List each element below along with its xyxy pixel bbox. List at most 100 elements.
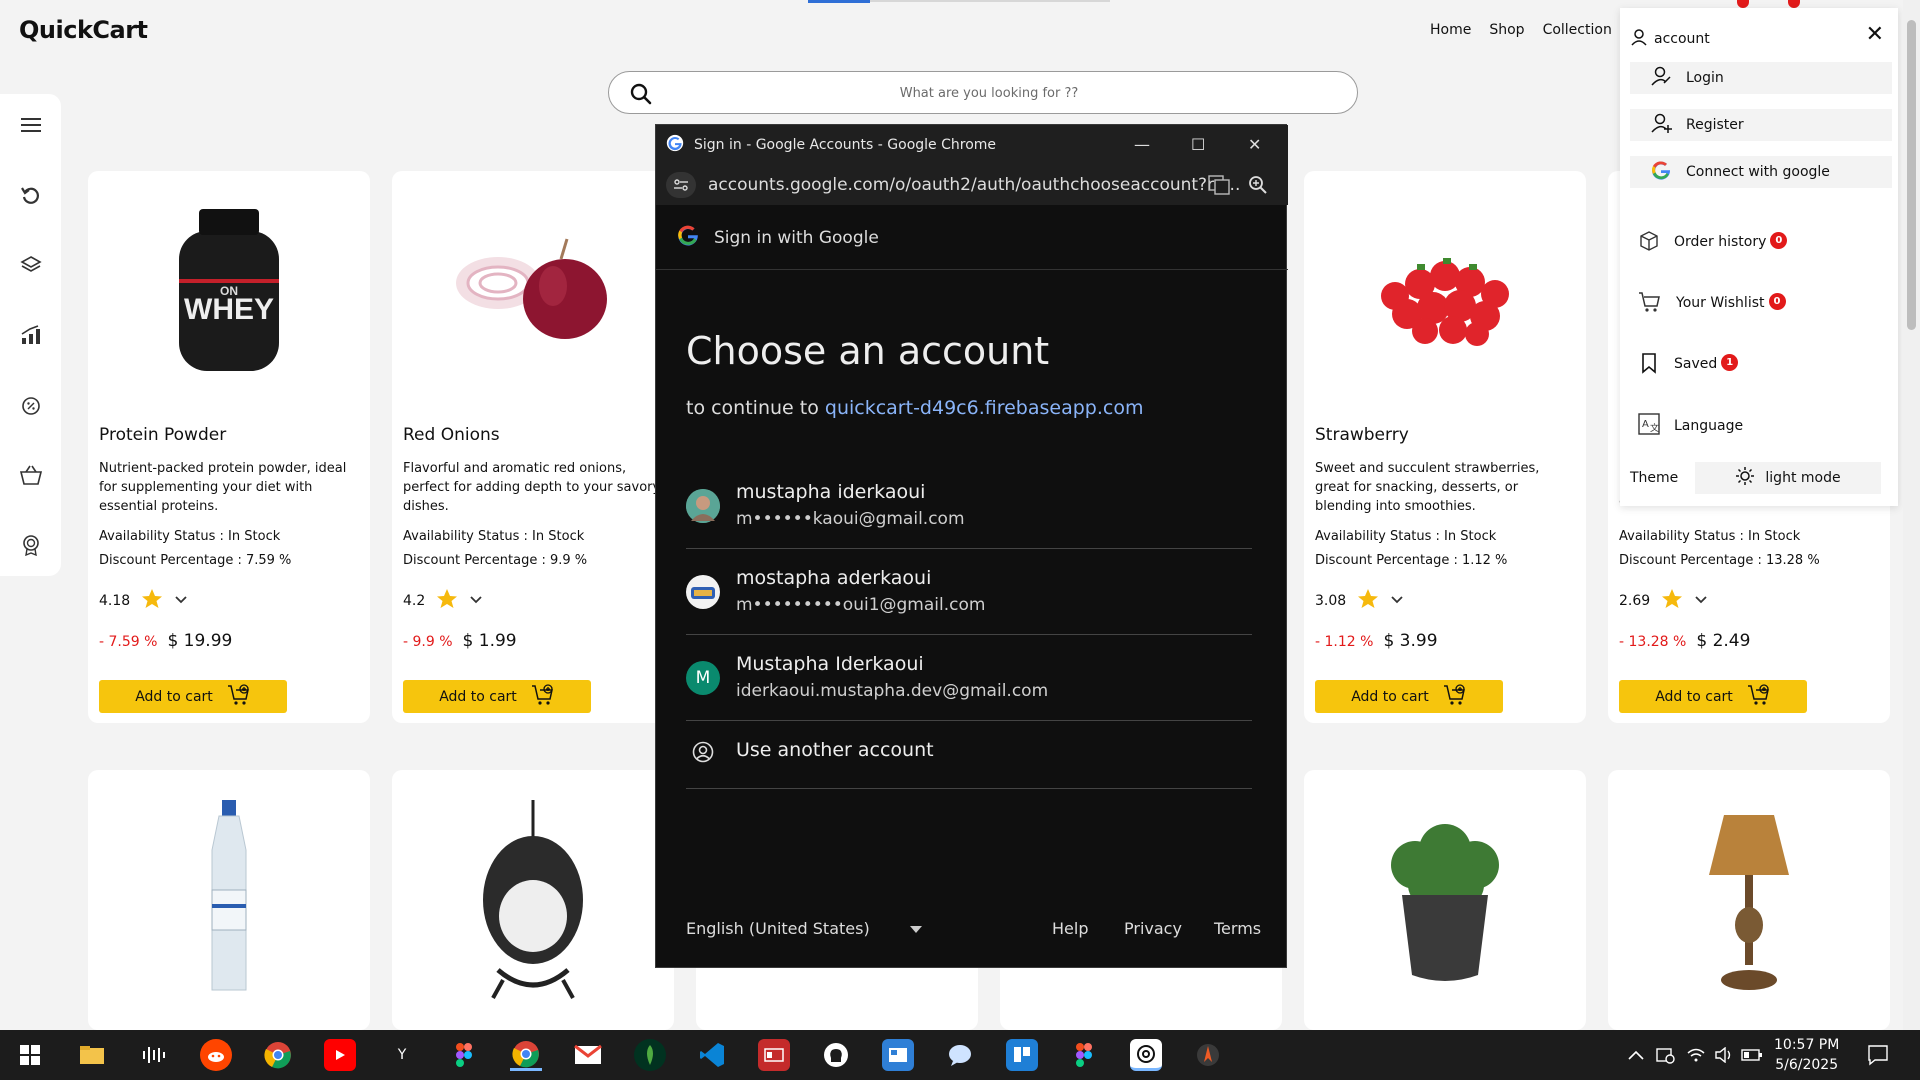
refresh-icon[interactable] bbox=[18, 182, 44, 208]
award-icon[interactable] bbox=[18, 532, 44, 558]
product-image[interactable] bbox=[1304, 171, 1586, 411]
add-to-cart-button[interactable]: Add to cart bbox=[1619, 680, 1807, 713]
language-select[interactable]: English (United States) bbox=[686, 919, 922, 938]
account-option[interactable]: mustapha iderkaoui m••••••kaoui@gmail.co… bbox=[686, 463, 1252, 549]
price: $ 3.99 bbox=[1383, 631, 1438, 651]
register-button[interactable]: Register bbox=[1630, 109, 1892, 141]
gmail-icon[interactable] bbox=[572, 1039, 604, 1071]
search-input[interactable] bbox=[669, 78, 1309, 108]
account-title: account bbox=[1654, 31, 1710, 47]
nav-collection[interactable]: Collection bbox=[1543, 22, 1612, 38]
connect-google-button[interactable]: Connect with google bbox=[1630, 156, 1892, 188]
close-icon[interactable]: ✕ bbox=[1248, 135, 1261, 154]
youtube-icon[interactable] bbox=[324, 1039, 356, 1071]
theme-toggle-button[interactable]: light mode bbox=[1695, 462, 1881, 494]
language-item[interactable]: A文 Language bbox=[1638, 413, 1743, 439]
chevron-down-icon[interactable] bbox=[469, 592, 483, 610]
account-name: Mustapha Iderkaoui bbox=[736, 653, 924, 675]
saved-item[interactable]: Saved 1 bbox=[1638, 352, 1739, 378]
discount-icon[interactable] bbox=[18, 392, 44, 418]
product-name[interactable]: Strawberry bbox=[1315, 425, 1409, 445]
translate-icon[interactable] bbox=[1208, 175, 1230, 200]
product-name[interactable]: Red Onions bbox=[403, 425, 500, 445]
close-icon[interactable]: ✕ bbox=[1866, 22, 1884, 47]
minimize-icon[interactable]: — bbox=[1134, 135, 1150, 154]
y-app-icon[interactable]: Y bbox=[386, 1039, 418, 1071]
postman-icon[interactable] bbox=[1192, 1039, 1224, 1071]
chart-icon[interactable] bbox=[18, 322, 44, 348]
scroll-thumb[interactable] bbox=[1907, 20, 1916, 330]
product-card[interactable] bbox=[1304, 770, 1586, 1030]
product-card[interactable] bbox=[1608, 770, 1890, 1030]
add-to-cart-button[interactable]: Add to cart bbox=[1315, 680, 1503, 713]
use-another-account[interactable]: Use another account bbox=[686, 721, 1252, 789]
account-option[interactable]: mostapha aderkaoui m•••••••••oui1@gmail.… bbox=[686, 549, 1252, 635]
github-icon[interactable] bbox=[820, 1039, 852, 1071]
figma-icon[interactable] bbox=[448, 1039, 480, 1071]
product-card[interactable]: Strawberry Sweet and succulent strawberr… bbox=[1304, 171, 1586, 723]
audio-mixer-icon[interactable] bbox=[138, 1039, 170, 1071]
url-text[interactable]: accounts.google.com/o/oauth2/auth/oauthc… bbox=[708, 175, 1240, 195]
site-info-icon[interactable] bbox=[666, 172, 696, 198]
product-name[interactable]: Protein Powder bbox=[99, 425, 226, 445]
nav-home[interactable]: Home bbox=[1430, 22, 1471, 38]
privacy-link[interactable]: Privacy bbox=[1124, 919, 1182, 938]
continue-site-link[interactable]: quickcart-d49c6.firebaseapp.com bbox=[825, 397, 1144, 419]
product-image[interactable] bbox=[392, 171, 674, 411]
product-card[interactable] bbox=[88, 770, 370, 1030]
account-email: iderkaoui.mustapha.dev@gmail.com bbox=[736, 681, 1049, 701]
product-image[interactable]: WHEY ON bbox=[88, 171, 370, 411]
nav-shop[interactable]: Shop bbox=[1489, 22, 1524, 38]
file-explorer-icon[interactable] bbox=[76, 1039, 108, 1071]
chatgpt-icon[interactable] bbox=[1130, 1039, 1162, 1071]
product-image[interactable] bbox=[1608, 800, 1890, 1000]
chevron-down-icon[interactable] bbox=[1694, 592, 1708, 610]
id-card-app-icon[interactable] bbox=[758, 1039, 790, 1071]
product-image[interactable] bbox=[1304, 800, 1586, 1000]
chrome-icon[interactable] bbox=[510, 1039, 542, 1071]
product-image[interactable] bbox=[88, 800, 370, 1000]
layers-icon[interactable] bbox=[18, 252, 44, 278]
availability-status: Availability Status : In Stock bbox=[1619, 529, 1801, 544]
address-bar[interactable]: accounts.google.com/o/oauth2/auth/oauthc… bbox=[656, 165, 1288, 205]
add-to-cart-button[interactable]: Add to cart bbox=[99, 680, 287, 713]
windows-start-icon[interactable] bbox=[14, 1039, 46, 1071]
notifications-icon[interactable] bbox=[1862, 1039, 1894, 1071]
menu-icon[interactable] bbox=[18, 112, 44, 138]
site-logo[interactable]: QuickCart bbox=[19, 16, 148, 44]
reddit-icon[interactable] bbox=[200, 1039, 232, 1071]
trello-icon[interactable] bbox=[1006, 1039, 1038, 1071]
continue-prefix: to continue to bbox=[686, 397, 819, 419]
wishlist-item[interactable]: Your Wishlist 0 bbox=[1638, 291, 1786, 317]
page-scrollbar[interactable] bbox=[1903, 0, 1920, 1030]
product-card[interactable]: WHEY ON Protein Powder Nutrient-packed p… bbox=[88, 171, 370, 723]
chevron-down-icon[interactable] bbox=[1390, 592, 1404, 610]
vscode-icon[interactable] bbox=[696, 1039, 728, 1071]
search-icon[interactable] bbox=[629, 82, 653, 110]
chrome-icon[interactable] bbox=[262, 1039, 294, 1071]
help-link[interactable]: Help bbox=[1052, 919, 1088, 938]
clock[interactable]: 10:57 PM 5/6/2025 bbox=[1774, 1035, 1839, 1075]
add-to-cart-label: Add to cart bbox=[135, 688, 213, 705]
news-app-icon[interactable] bbox=[882, 1039, 914, 1071]
battery-icon[interactable] bbox=[1736, 1039, 1768, 1071]
login-button[interactable]: Login bbox=[1630, 62, 1892, 94]
translate-icon: A文 bbox=[1638, 413, 1660, 439]
product-description: Nutrient-packed protein powder, ideal fo… bbox=[99, 461, 347, 514]
maximize-icon[interactable]: ☐ bbox=[1191, 135, 1205, 154]
chevron-down-icon[interactable] bbox=[174, 592, 188, 610]
order-history-item[interactable]: Order history 0 bbox=[1638, 230, 1788, 256]
account-option[interactable]: M Mustapha Iderkaoui iderkaoui.mustapha.… bbox=[686, 635, 1252, 721]
product-card[interactable] bbox=[392, 770, 674, 1030]
figma-icon[interactable] bbox=[1068, 1039, 1100, 1071]
mongodb-icon[interactable] bbox=[634, 1039, 666, 1071]
product-card[interactable]: Red Onions Flavorful and aromatic red on… bbox=[392, 171, 674, 723]
zoom-icon[interactable] bbox=[1248, 175, 1268, 200]
terms-link[interactable]: Terms bbox=[1214, 919, 1261, 938]
chat-app-icon[interactable] bbox=[944, 1039, 976, 1071]
product-image[interactable] bbox=[392, 800, 674, 1000]
security-icon[interactable] bbox=[1650, 1039, 1682, 1071]
basket-icon[interactable] bbox=[18, 462, 44, 488]
chevron-up-icon[interactable] bbox=[1620, 1039, 1652, 1071]
add-to-cart-button[interactable]: Add to cart bbox=[403, 680, 591, 713]
